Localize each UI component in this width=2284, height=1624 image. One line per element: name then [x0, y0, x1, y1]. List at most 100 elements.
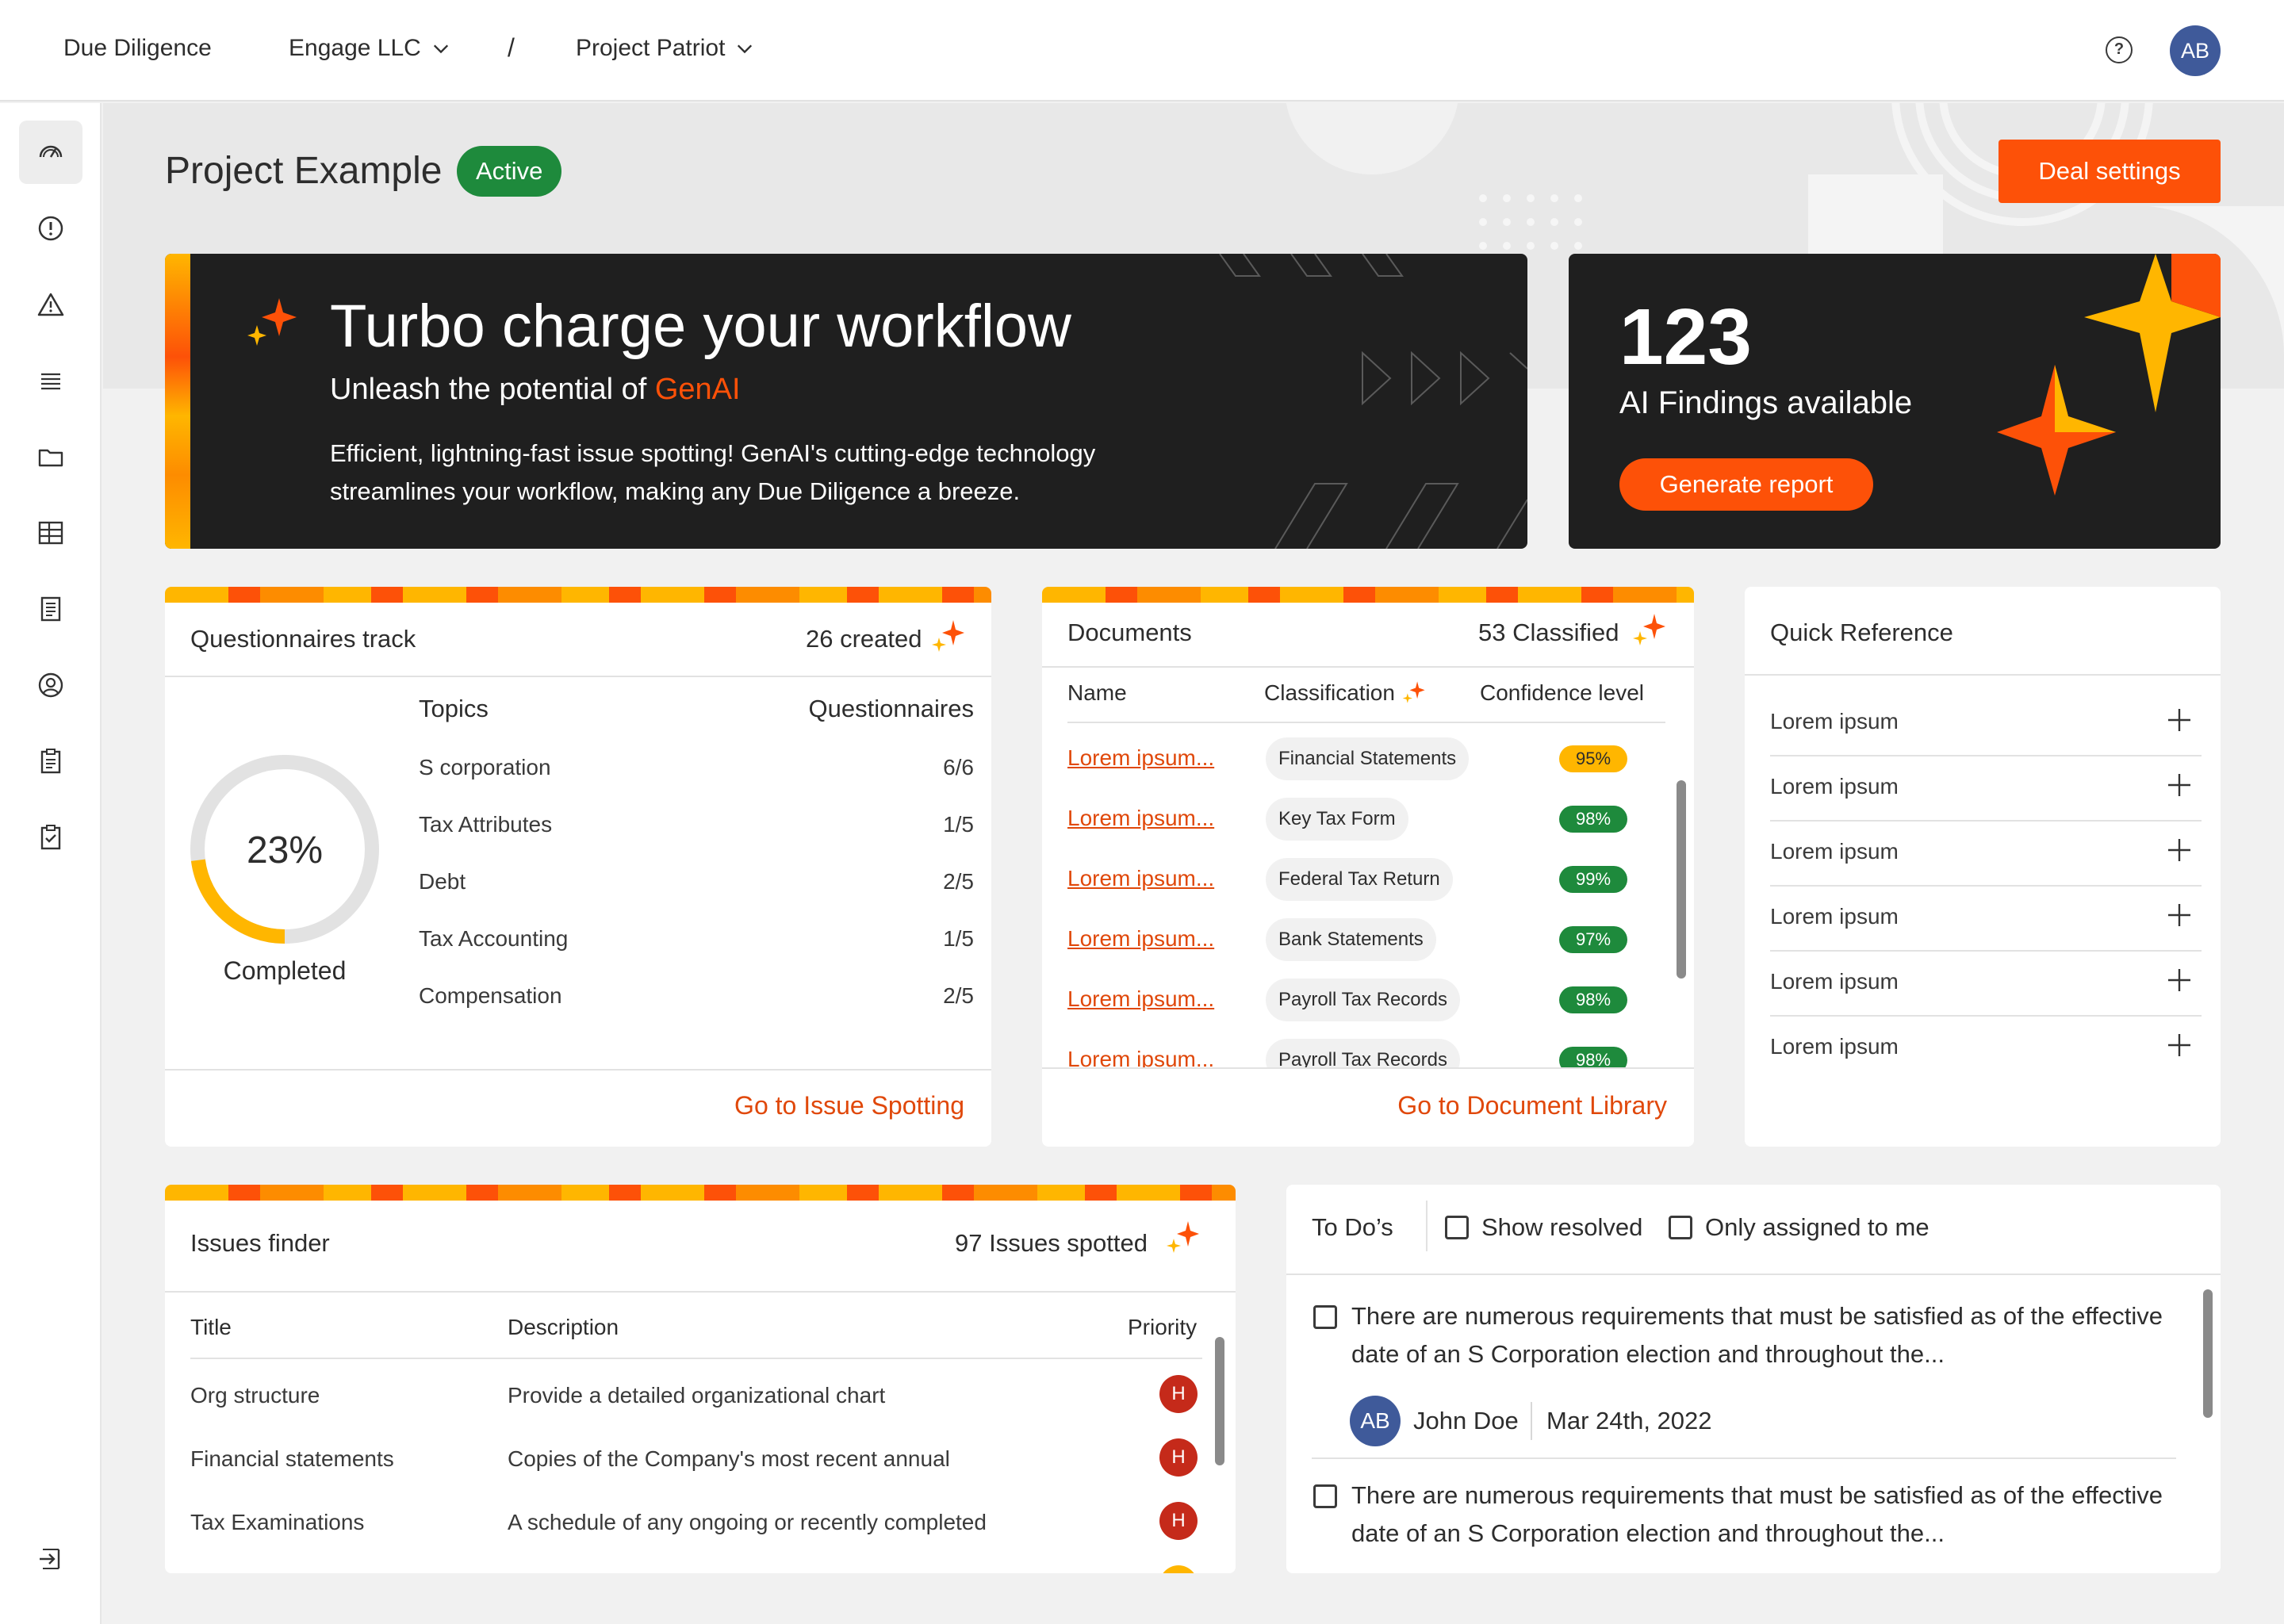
quick-reference-item[interactable]: Lorem ipsum: [1770, 691, 2202, 756]
confidence-badge: 98%: [1559, 1047, 1627, 1067]
banner-pattern: [1219, 254, 1527, 549]
todo-checkbox[interactable]: [1313, 1305, 1337, 1329]
todos-list[interactable]: There are numerous requirements that mus…: [1286, 1275, 2198, 1573]
filter-label: Only assigned to me: [1705, 1213, 1930, 1241]
document-name-link[interactable]: Lorem ipsum...: [1067, 866, 1214, 891]
user-avatar[interactable]: AB: [2170, 25, 2221, 76]
documents-list[interactable]: Lorem ipsum... Financial Statements 95% Lor…: [1042, 725, 1694, 1067]
issue-row[interactable]: Financial statements Copies of the Compan…: [190, 1429, 1220, 1492]
issue-description: Copies of the Company's most recent annu…: [508, 1446, 950, 1471]
document-name-link[interactable]: Lorem ipsum...: [1067, 986, 1214, 1012]
issue-row[interactable]: Tax Examinations A schedule of any ongoin…: [190, 1492, 1220, 1556]
documents-card: Documents 53 Classified Name Classificat…: [1042, 587, 1694, 1147]
documents-title: Documents: [1067, 619, 1192, 646]
document-row[interactable]: Lorem ipsum... Payroll Tax Records 98%: [1067, 975, 1670, 1023]
document-name-link[interactable]: Lorem ipsum...: [1067, 745, 1214, 771]
project-selector[interactable]: Project Patriot: [576, 35, 753, 62]
priority-badge: M: [1159, 1565, 1198, 1573]
document-row[interactable]: Lorem ipsum... Payroll Tax Records 98%: [1067, 1036, 1670, 1067]
document-name-link[interactable]: Lorem ipsum...: [1067, 1047, 1214, 1067]
help-icon[interactable]: ?: [2106, 36, 2133, 63]
plus-icon[interactable]: [2167, 772, 2192, 798]
go-to-document-library-link[interactable]: Go to Document Library: [1397, 1091, 1667, 1120]
topic-progress: 2/5: [943, 869, 974, 894]
document-row[interactable]: Lorem ipsum... Key Tax Form 98%: [1067, 795, 1670, 842]
project-name: Project Patriot: [576, 35, 726, 61]
dashboard-icon: [39, 145, 63, 158]
go-to-issue-spotting-link[interactable]: Go to Issue Spotting: [734, 1091, 964, 1120]
topic-row: Debt 2/5: [419, 869, 974, 894]
document-row[interactable]: Lorem ipsum... Bank Statements 97%: [1067, 915, 1670, 963]
issues-scrollbar[interactable]: [1215, 1337, 1224, 1465]
documents-scrollbar[interactable]: [1677, 780, 1686, 979]
topic-progress: 1/5: [943, 926, 974, 951]
document-row[interactable]: Lorem ipsum... Federal Tax Return 99%: [1067, 855, 1670, 902]
issues-finder-card: Issues finder 97 Issues spotted Title De…: [165, 1185, 1236, 1573]
quick-reference-item[interactable]: Lorem ipsum: [1770, 952, 2202, 1017]
todo-checkbox[interactable]: [1313, 1484, 1337, 1508]
generate-report-button[interactable]: Generate report: [1619, 458, 1873, 511]
plus-icon[interactable]: [2167, 902, 2192, 928]
issue-row[interactable]: Org structureProvide a detailed organiza…: [190, 1365, 1220, 1429]
sidebar-item-warnings[interactable]: [19, 273, 82, 336]
topic-name: Debt: [419, 869, 466, 894]
filter-show-resolved[interactable]: Show resolved: [1445, 1213, 1642, 1242]
status-badge: Active: [457, 146, 562, 197]
sidebar-item-list[interactable]: [19, 349, 82, 412]
banner-subtitle-accent: GenAI: [654, 373, 741, 406]
column-header-name: Name: [1067, 680, 1127, 705]
plus-icon[interactable]: [2167, 967, 2192, 993]
issue-description: Provide a detailed organizational chart: [508, 1383, 886, 1408]
quick-reference-label: Lorem ipsum: [1770, 709, 1899, 733]
todo-item[interactable]: There are numerous requirements that mus…: [1313, 1297, 2186, 1456]
sidebar-item-documents[interactable]: [19, 577, 82, 641]
divider: [1312, 1457, 2176, 1459]
sidebar-item-clipboard[interactable]: [19, 730, 82, 793]
topic-progress: 1/5: [943, 812, 974, 837]
checkbox[interactable]: [1669, 1216, 1692, 1239]
issue-row[interactable]: Org structureProvide a detailed organiza…: [190, 1556, 1220, 1573]
issues-list[interactable]: Org structure Provide a detailed organiza…: [165, 1361, 1220, 1573]
sidebar-item-alerts[interactable]: [19, 197, 82, 260]
app-name[interactable]: Due Diligence: [63, 35, 212, 62]
confidence-badge: 95%: [1559, 745, 1627, 772]
sidebar-item-dashboard[interactable]: [19, 121, 82, 184]
document-row[interactable]: Lorem ipsum... Financial Statements 95%: [1067, 734, 1670, 782]
chevron-down-icon: [738, 44, 753, 54]
filter-label: Show resolved: [1481, 1213, 1643, 1241]
plus-icon[interactable]: [2167, 837, 2192, 863]
deal-settings-button[interactable]: Deal settings: [1998, 140, 2221, 203]
sidebar-item-users[interactable]: [19, 653, 82, 717]
breadcrumb-separator: /: [508, 33, 515, 62]
folder-icon: [38, 449, 63, 467]
checkbox[interactable]: [1445, 1216, 1469, 1239]
plus-icon[interactable]: [2167, 707, 2192, 733]
plus-icon[interactable]: [2167, 1032, 2192, 1058]
assignee-avatar: AB: [1350, 1396, 1401, 1446]
sidebar-item-folders[interactable]: [19, 425, 82, 488]
completion-label: Completed: [223, 956, 347, 985]
ai-findings-card: 123 AI Findings available Generate repor…: [1569, 254, 2221, 549]
sidebar-item-checklist[interactable]: [19, 806, 82, 869]
quick-reference-item[interactable]: Lorem ipsum: [1770, 822, 2202, 887]
table-icon: [38, 521, 63, 545]
sidebar-item-tables[interactable]: [19, 501, 82, 565]
document-name-link[interactable]: Lorem ipsum...: [1067, 806, 1214, 831]
assignee-name: John Doe: [1413, 1407, 1519, 1434]
quick-reference-item[interactable]: Lorem ipsum: [1770, 1017, 2202, 1082]
sidebar-collapse[interactable]: [19, 1527, 82, 1591]
genai-banner: Turbo charge your workflow Unleash the p…: [165, 254, 1527, 549]
topic-row: Compensation 2/5: [419, 983, 974, 1009]
divider: [1745, 674, 2221, 676]
todo-item[interactable]: There are numerous requirements that mus…: [1313, 1477, 2186, 1573]
divider: [1042, 1067, 1694, 1069]
sparkle-icon: [1167, 1221, 1199, 1253]
topic-name: Tax Attributes: [419, 812, 553, 837]
client-selector[interactable]: Engage LLC: [289, 35, 450, 62]
todos-scrollbar[interactable]: [2203, 1289, 2213, 1418]
filter-only-assigned[interactable]: Only assigned to me: [1669, 1213, 1930, 1242]
card-accent-bar: [1042, 587, 1694, 603]
document-name-link[interactable]: Lorem ipsum...: [1067, 926, 1214, 952]
quick-reference-item[interactable]: Lorem ipsum: [1770, 756, 2202, 822]
quick-reference-item[interactable]: Lorem ipsum: [1770, 887, 2202, 952]
